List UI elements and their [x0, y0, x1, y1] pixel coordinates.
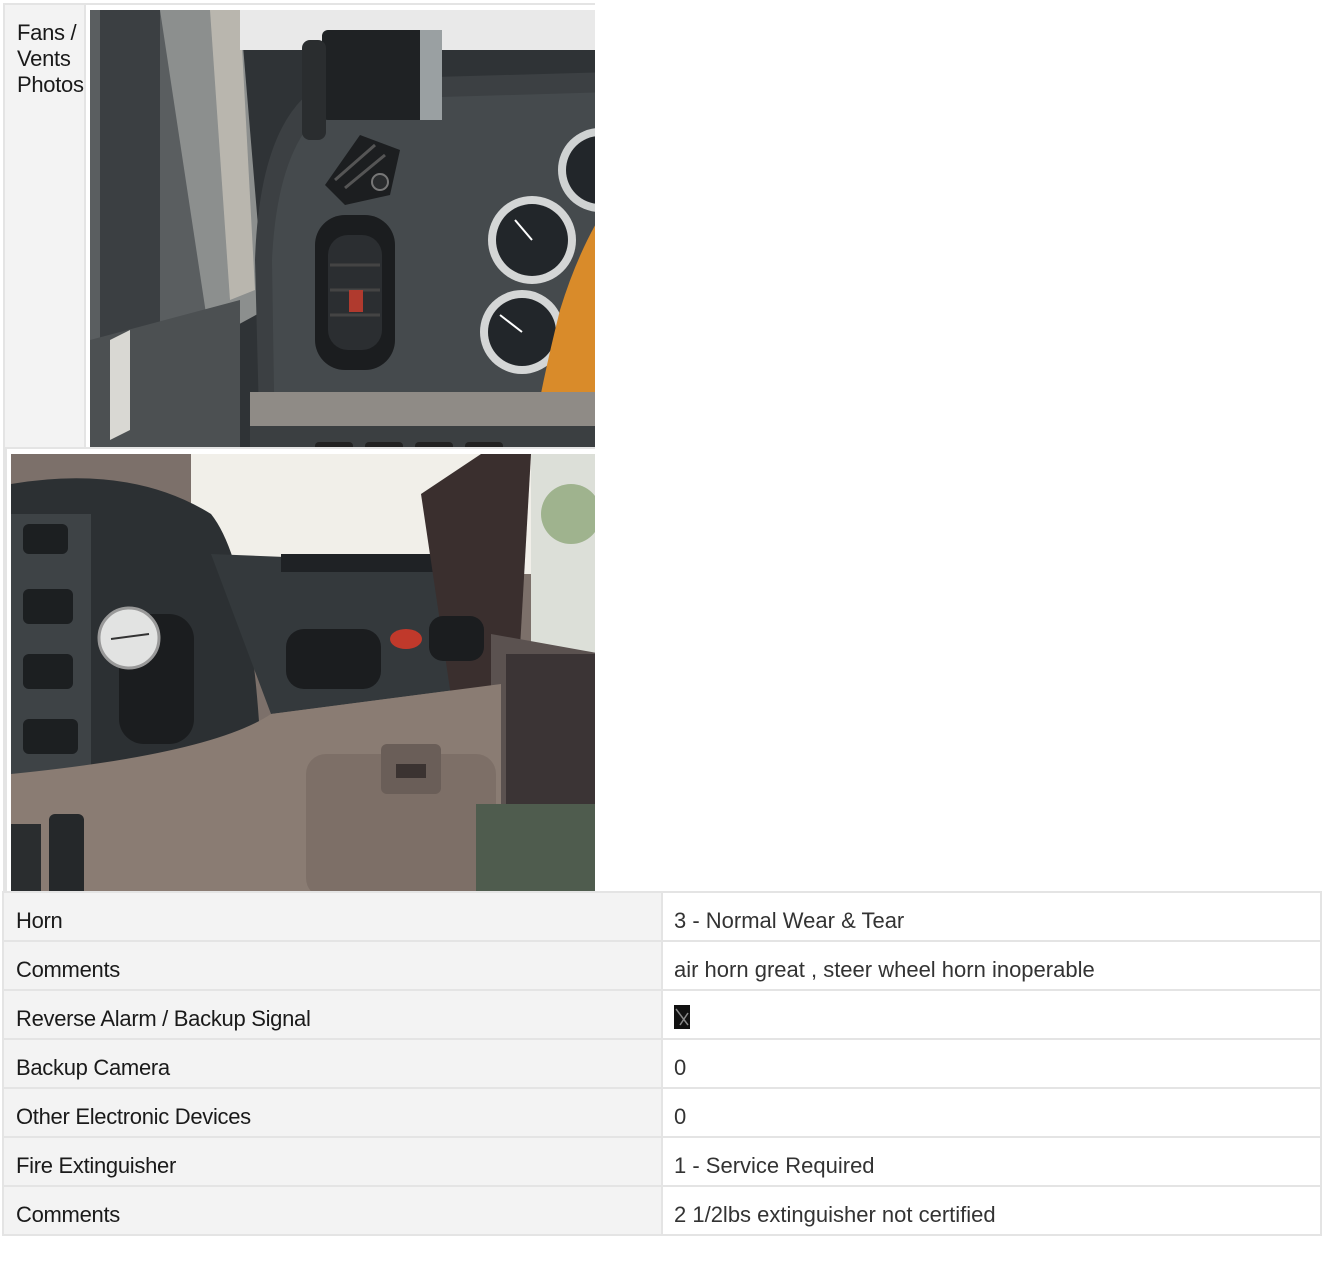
- fire-extinguisher-value: 1 - Service Required: [674, 1153, 875, 1178]
- backup-camera-label: Backup Camera: [16, 1055, 170, 1080]
- dashboard-passenger-vents-photo[interactable]: [11, 454, 595, 891]
- horn-comments-value: air horn great , steer wheel horn inoper…: [674, 957, 1095, 982]
- broken-image-icon: [674, 1005, 690, 1029]
- reverse-alarm-label: Reverse Alarm / Backup Signal: [16, 1006, 311, 1031]
- other-devices-label: Other Electronic Devices: [16, 1104, 251, 1129]
- fire-comments-label: Comments: [16, 1202, 120, 1227]
- horn-label: Horn: [16, 908, 63, 933]
- inspection-table: Fans / Vents Photos Horn 3 - Normal Wear…: [2, 3, 1322, 1236]
- fans-vents-photo-cell-1: [83, 3, 595, 447]
- backup-camera-value: 0: [674, 1055, 687, 1080]
- reverse-alarm-row: Reverse Alarm / Backup Signal: [2, 989, 1322, 1040]
- other-devices-value: 0: [674, 1104, 687, 1129]
- fans-vents-photo-row-2: [3, 447, 595, 891]
- fans-vents-label: Fans / Vents Photos: [17, 20, 84, 97]
- fire-extinguisher-label: Fire Extinguisher: [16, 1153, 176, 1178]
- horn-row: Horn 3 - Normal Wear & Tear: [2, 891, 1322, 942]
- horn-comments-label: Comments: [16, 957, 120, 982]
- fire-comments-row: Comments 2 1/2lbs extinguisher not certi…: [2, 1185, 1322, 1236]
- horn-value: 3 - Normal Wear & Tear: [674, 908, 905, 933]
- fans-vents-photo-cell-2: [5, 447, 595, 891]
- fire-comments-value: 2 1/2lbs extinguisher not certified: [674, 1202, 996, 1227]
- fire-extinguisher-row: Fire Extinguisher 1 - Service Required: [2, 1136, 1322, 1187]
- dashboard-vent-gauges-photo[interactable]: [89, 10, 595, 447]
- horn-comments-row: Comments air horn great , steer wheel ho…: [2, 940, 1322, 991]
- fans-vents-label-cell: Fans / Vents Photos: [3, 3, 86, 447]
- fans-vents-photo-row-1: Fans / Vents Photos: [3, 3, 595, 447]
- other-devices-row: Other Electronic Devices 0: [2, 1087, 1322, 1138]
- backup-camera-row: Backup Camera 0: [2, 1038, 1322, 1089]
